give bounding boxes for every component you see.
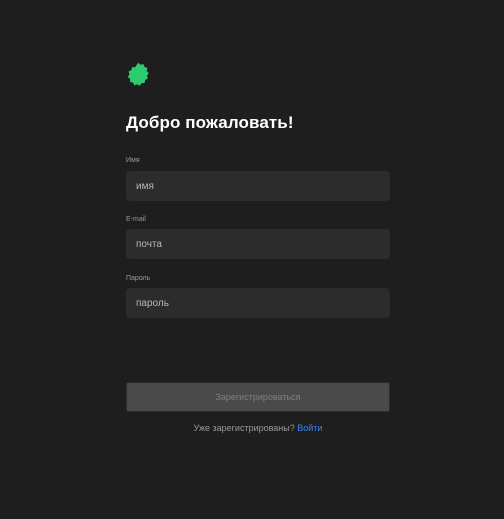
login-prompt-text: Уже зарегистрированы?: [193, 423, 295, 433]
page-title: Добро пожаловать!: [126, 113, 294, 132]
password-input[interactable]: [126, 288, 390, 318]
name-input[interactable]: [126, 171, 390, 201]
login-link[interactable]: Войти: [297, 423, 322, 433]
logo-badge-icon: [125, 61, 151, 87]
name-label: Имя: [126, 157, 140, 164]
email-input[interactable]: [126, 229, 390, 259]
password-label: Пароль: [126, 275, 151, 282]
register-button[interactable]: Зарегистрироваться: [126, 382, 390, 412]
login-prompt: Уже зарегистрированы? Войти: [126, 423, 390, 433]
email-label: E-mail: [126, 216, 146, 223]
